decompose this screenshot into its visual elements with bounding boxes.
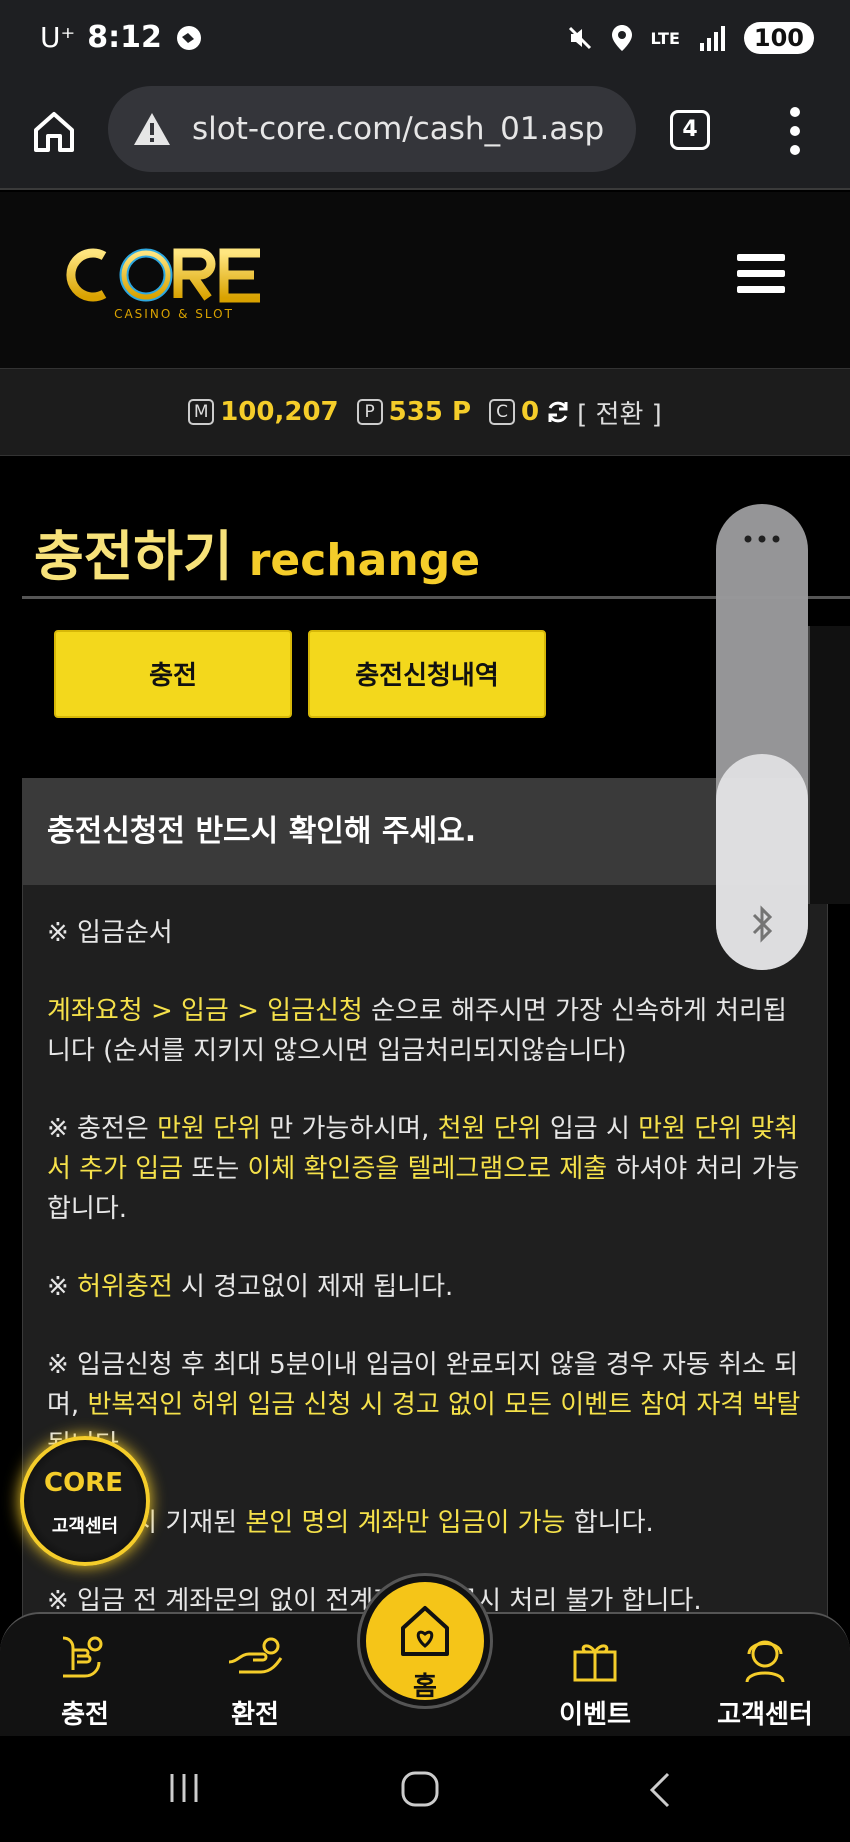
scroll-knob[interactable] bbox=[716, 754, 808, 970]
bluetooth-icon[interactable] bbox=[746, 904, 778, 944]
page-title-korean: 충전하기 bbox=[34, 525, 233, 588]
coupon-badge-icon: C bbox=[489, 399, 516, 425]
charge-button[interactable]: 충전 bbox=[54, 630, 292, 718]
money-value: 100,207 bbox=[220, 397, 339, 427]
customer-center-bubble[interactable]: CORE 고객센터 bbox=[20, 1436, 150, 1566]
more-dots-icon[interactable] bbox=[742, 534, 782, 544]
warning-icon[interactable] bbox=[132, 111, 172, 147]
page-title: 충전하기 rechange bbox=[34, 512, 480, 591]
mute-icon bbox=[568, 26, 591, 50]
logo-subtitle: CASINO & SLOT bbox=[114, 307, 234, 321]
nav-home-label: 홈 bbox=[413, 1672, 437, 1702]
address-bar[interactable]: slot-core.com/cash_01.asp bbox=[108, 86, 636, 172]
nav-exchange-label: 환전 bbox=[231, 1700, 279, 1730]
notice-item-units: ※ 충전은 만원 단위 만 가능하시며, 천원 단위 입금 시 만원 단위 맞춰… bbox=[47, 1114, 800, 1224]
status-bar: U⁺ 8:12 LTE 100 bbox=[0, 0, 850, 80]
notice-item-order: 계좌요청 > 입금 > 입금신청 순으로 해주시면 가장 신속하게 처리됩니다 … bbox=[47, 991, 803, 1071]
refresh-icon[interactable] bbox=[545, 399, 571, 425]
coupon-balance: C 0 [ 전환 ] bbox=[489, 394, 662, 431]
gift-icon bbox=[573, 1644, 617, 1682]
charge-hand-icon bbox=[62, 1636, 103, 1678]
notice-item-own-account: ※ 가입 시 기재된 본인 명의 계좌만 입금이 가능 합니다. bbox=[47, 1508, 654, 1538]
battery-level: 100 bbox=[743, 22, 814, 54]
nav-charge[interactable]: 충전 bbox=[20, 1628, 150, 1731]
back-icon[interactable] bbox=[646, 1770, 674, 1810]
point-value: 535 P bbox=[388, 397, 472, 427]
exchange-hand-icon bbox=[228, 1637, 283, 1674]
notice-item-auto-cancel: ※ 입금신청 후 최대 5분이내 입금이 완료되지 않을 경우 자동 취소 되며… bbox=[47, 1350, 801, 1460]
points-bar: M 100,207 P 535 P C 0 [ 전환 ] bbox=[0, 368, 850, 456]
carrier-label: U⁺ bbox=[40, 21, 76, 54]
notice-body: ※ 입금순서 계좌요청 > 입금 > 입금신청 순으로 해주시면 가장 신속하게… bbox=[23, 885, 827, 1687]
floating-scroll-widget[interactable] bbox=[716, 504, 808, 970]
notice-heading: 충전신청전 반드시 확인해 주세요. bbox=[23, 779, 827, 885]
home-button-icon[interactable] bbox=[400, 1770, 440, 1808]
bubble-label: 고객센터 bbox=[51, 1516, 119, 1537]
nav-support-label: 고객센터 bbox=[717, 1700, 813, 1730]
signal-icon bbox=[699, 26, 725, 51]
bubble-logo: CORE bbox=[44, 1468, 123, 1498]
recent-apps-icon[interactable] bbox=[166, 1770, 202, 1806]
url-text[interactable]: slot-core.com/cash_01.asp bbox=[192, 111, 604, 147]
tab-switcher-button[interactable]: 4 bbox=[670, 110, 710, 150]
nav-home-button[interactable]: 홈 bbox=[360, 1576, 490, 1706]
point-badge-icon: P bbox=[356, 399, 383, 425]
more-options-icon[interactable] bbox=[780, 104, 810, 158]
core-logo[interactable]: CASINO & SLOT bbox=[64, 242, 284, 322]
site-header: CASINO & SLOT bbox=[0, 192, 850, 368]
headset-icon bbox=[745, 1640, 785, 1683]
network-type: LTE bbox=[650, 28, 680, 48]
home-icon[interactable] bbox=[30, 108, 78, 156]
money-balance: M 100,207 bbox=[188, 397, 339, 427]
switch-link[interactable]: [ 전환 ] bbox=[577, 394, 662, 431]
nav-event[interactable]: 이벤트 bbox=[530, 1628, 660, 1731]
hamburger-menu-icon[interactable] bbox=[737, 254, 785, 294]
location-icon bbox=[611, 25, 632, 51]
nav-exchange[interactable]: 환전 bbox=[190, 1628, 320, 1731]
money-badge-icon: M bbox=[188, 399, 215, 425]
point-balance: P 535 P bbox=[356, 397, 472, 427]
nav-support[interactable]: 고객센터 bbox=[700, 1628, 830, 1731]
notice-item-false-charge: ※ 허위충전 시 경고없이 제재 됩니다. bbox=[47, 1272, 454, 1302]
charge-history-button[interactable]: 충전신청내역 bbox=[308, 630, 546, 718]
app-notification-icon bbox=[176, 25, 201, 50]
home-heart-icon bbox=[401, 1606, 449, 1656]
notice-highlight: 계좌요청 > 입금 > 입금신청 bbox=[47, 996, 363, 1026]
clock: 8:12 bbox=[87, 20, 162, 55]
side-panel-edge bbox=[808, 626, 850, 904]
system-navigation bbox=[0, 1736, 850, 1842]
nav-event-label: 이벤트 bbox=[559, 1700, 631, 1730]
coupon-value: 0 bbox=[521, 397, 540, 427]
nav-charge-label: 충전 bbox=[61, 1700, 109, 1730]
notice-deposit-order: ※ 입금순서 bbox=[47, 918, 173, 948]
page-title-english: rechange bbox=[248, 535, 481, 586]
browser-toolbar: slot-core.com/cash_01.asp 4 bbox=[0, 80, 850, 190]
